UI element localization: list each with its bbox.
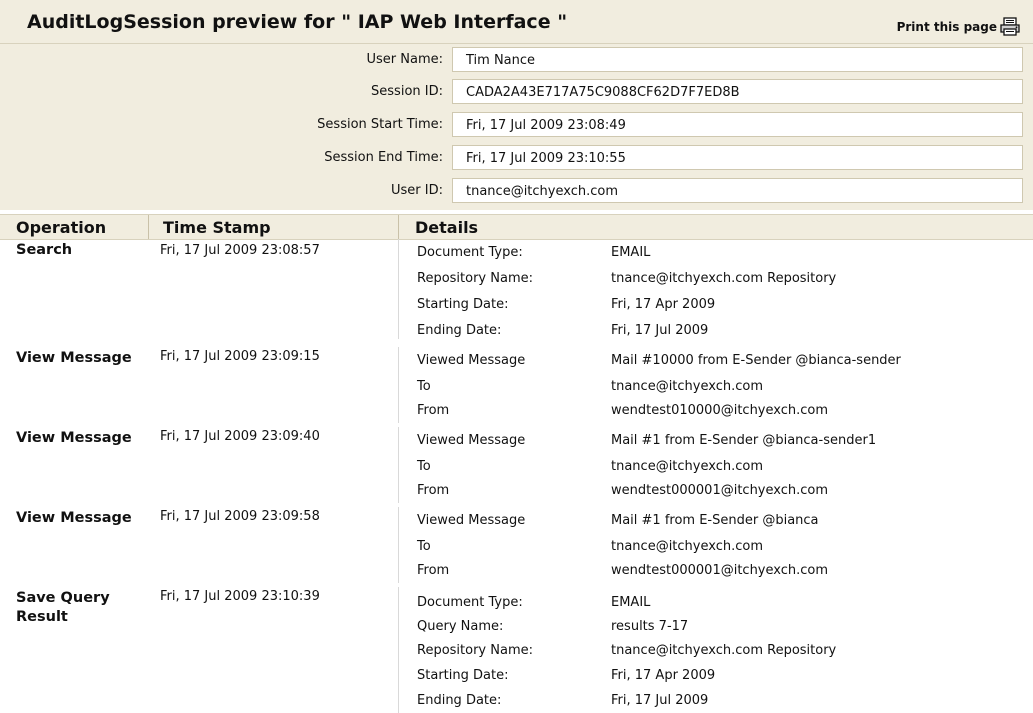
operation-cell: View Message <box>16 350 132 366</box>
details-cell: Viewed Message Mail #1 from E-Sender @bi… <box>398 507 1033 583</box>
field-label: User ID: <box>391 183 443 198</box>
details-cell: Viewed Message Mail #10000 from E-Sender… <box>398 347 1033 423</box>
detail-value: tnance@itchyexch.com Repository <box>611 271 837 286</box>
column-header-time-stamp: Time Stamp <box>148 215 271 239</box>
detail-value: EMAIL <box>611 245 651 260</box>
field-value: Tim Nance <box>452 47 1023 72</box>
detail-label: Document Type: <box>417 245 523 260</box>
detail-label: Query Name: <box>417 619 504 634</box>
detail-label: To <box>417 379 431 394</box>
detail-value: Fri, 17 Apr 2009 <box>611 297 716 312</box>
detail-label: Viewed Message <box>417 433 526 448</box>
timestamp-cell: Fri, 17 Jul 2009 23:08:57 <box>160 243 320 258</box>
details-cell: Viewed Message Mail #1 from E-Sender @bi… <box>398 427 1033 503</box>
session-field-user-id: User ID: tnance@itchyexch.com <box>0 176 1033 205</box>
detail-label: Repository Name: <box>417 643 533 658</box>
detail-label: Document Type: <box>417 595 523 610</box>
detail-value: Fri, 17 Jul 2009 <box>611 323 709 338</box>
table-row: Search Fri, 17 Jul 2009 23:08:57 Documen… <box>0 239 1033 339</box>
page-header: AuditLogSession preview for " IAP Web In… <box>0 0 1033 44</box>
field-label: Session ID: <box>371 84 443 99</box>
operation-cell: Search <box>16 242 73 258</box>
table-header: Operation Time Stamp Details <box>0 214 1033 240</box>
detail-label: To <box>417 459 431 474</box>
field-value: CADA2A43E717A75C9088CF62D7F7ED8B <box>452 79 1023 104</box>
field-label: Session End Time: <box>324 150 443 165</box>
detail-label: From <box>417 403 450 418</box>
print-label: Print this page <box>896 20 997 34</box>
detail-value: tnance@itchyexch.com <box>611 379 763 394</box>
detail-label: Ending Date: <box>417 693 502 708</box>
printer-icon <box>999 17 1021 37</box>
session-field-user-name: User Name: Tim Nance <box>0 45 1033 74</box>
timestamp-cell: Fri, 17 Jul 2009 23:09:58 <box>160 509 320 524</box>
field-value: tnance@itchyexch.com <box>452 178 1023 203</box>
detail-label: Ending Date: <box>417 323 502 338</box>
detail-label: From <box>417 483 450 498</box>
operation-cell: View Message <box>16 510 132 526</box>
field-value: Fri, 17 Jul 2009 23:08:49 <box>452 112 1023 137</box>
field-label: Session Start Time: <box>317 117 443 132</box>
detail-label: Repository Name: <box>417 271 533 286</box>
details-cell: Document Type: EMAIL Query Name: results… <box>398 587 1033 713</box>
detail-value: tnance@itchyexch.com <box>611 539 763 554</box>
details-cell: Document Type: EMAIL Repository Name: tn… <box>398 239 1033 339</box>
table-row: View Message Fri, 17 Jul 2009 23:09:58 V… <box>0 507 1033 583</box>
operation-cell: View Message <box>16 430 132 446</box>
table-row: View Message Fri, 17 Jul 2009 23:09:40 V… <box>0 427 1033 503</box>
detail-value: results 7-17 <box>611 619 689 634</box>
detail-value: wendtest000001@itchyexch.com <box>611 483 829 498</box>
detail-label: Viewed Message <box>417 353 526 368</box>
detail-label: Viewed Message <box>417 513 526 528</box>
column-header-details: Details <box>398 215 478 239</box>
timestamp-cell: Fri, 17 Jul 2009 23:09:40 <box>160 429 320 444</box>
detail-value: wendtest000001@itchyexch.com <box>611 563 829 578</box>
detail-label: Starting Date: <box>417 668 509 683</box>
table-row: Save Query Result Fri, 17 Jul 2009 23:10… <box>0 587 1033 713</box>
page-title: AuditLogSession preview for " IAP Web In… <box>27 11 568 33</box>
field-value: Fri, 17 Jul 2009 23:10:55 <box>452 145 1023 170</box>
session-info-panel: User Name: Tim Nance Session ID: CADA2A4… <box>0 44 1033 210</box>
detail-label: Starting Date: <box>417 297 509 312</box>
detail-value: tnance@itchyexch.com Repository <box>611 643 837 658</box>
detail-value: Mail #1 from E-Sender @bianca-sender1 <box>611 433 877 448</box>
detail-value: Fri, 17 Apr 2009 <box>611 668 716 683</box>
timestamp-cell: Fri, 17 Jul 2009 23:10:39 <box>160 589 320 604</box>
detail-value: EMAIL <box>611 595 651 610</box>
audit-log-session-page: AuditLogSession preview for " IAP Web In… <box>0 0 1033 713</box>
print-page-link[interactable]: Print this page <box>897 17 1021 37</box>
operation-cell: Save Query Result <box>16 590 110 625</box>
column-header-operation: Operation <box>16 218 107 237</box>
detail-label: To <box>417 539 431 554</box>
session-field-start-time: Session Start Time: Fri, 17 Jul 2009 23:… <box>0 110 1033 139</box>
table-row: View Message Fri, 17 Jul 2009 23:09:15 V… <box>0 347 1033 423</box>
timestamp-cell: Fri, 17 Jul 2009 23:09:15 <box>160 349 320 364</box>
detail-value: tnance@itchyexch.com <box>611 459 763 474</box>
session-field-end-time: Session End Time: Fri, 17 Jul 2009 23:10… <box>0 143 1033 172</box>
field-label: User Name: <box>366 52 444 67</box>
detail-value: Fri, 17 Jul 2009 <box>611 693 709 708</box>
detail-value: Mail #10000 from E-Sender @bianca-sender <box>611 353 901 368</box>
detail-label: From <box>417 563 450 578</box>
detail-value: Mail #1 from E-Sender @bianca <box>611 513 819 528</box>
session-field-session-id: Session ID: CADA2A43E717A75C9088CF62D7F7… <box>0 77 1033 106</box>
detail-value: wendtest010000@itchyexch.com <box>611 403 829 418</box>
